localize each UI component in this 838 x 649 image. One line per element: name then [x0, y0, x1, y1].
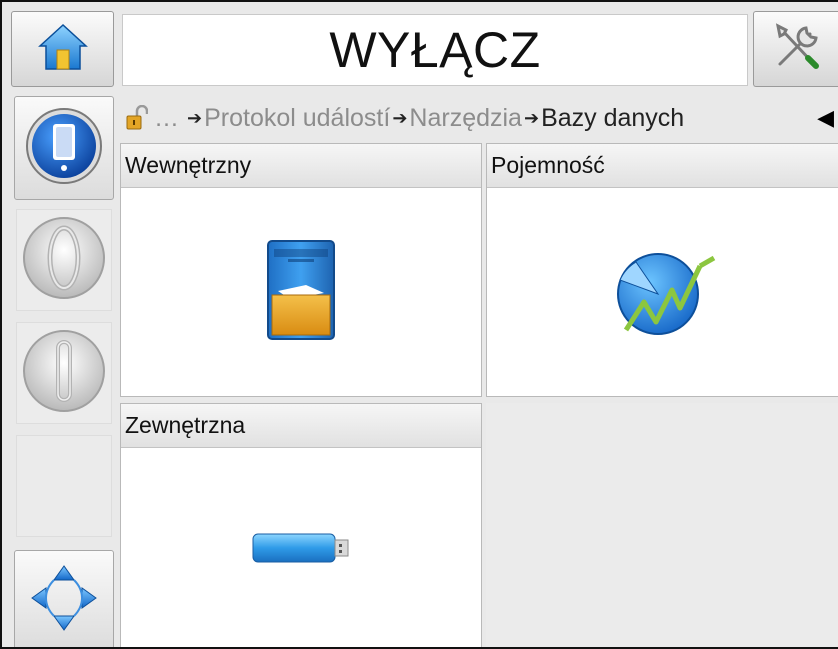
empty-tile-area — [486, 403, 838, 647]
tile-internal-label: Wewnętrzny — [121, 144, 481, 188]
tile-external-label: Zewnętrzna — [121, 404, 481, 448]
tile-internal[interactable]: Wewnętrzny — [120, 143, 482, 397]
tile-external[interactable]: Zewnętrzna — [120, 403, 482, 647]
capacity-chart-icon — [606, 240, 726, 345]
internal-storage-cabinet-icon — [266, 239, 336, 346]
unlocked-padlock-icon[interactable] — [126, 105, 148, 131]
print-button[interactable] — [14, 96, 114, 200]
breadcrumb-ellipsis[interactable]: … — [154, 104, 179, 133]
tile-capacity[interactable]: Pojemność — [486, 143, 838, 397]
tools-button[interactable] — [753, 11, 838, 87]
breadcrumb-separator: ➔ — [187, 107, 203, 128]
breadcrumb: … ➔ Protokol událostí ➔ Narzędzia ➔ Bazy… — [122, 96, 838, 140]
stop-button[interactable] — [16, 322, 112, 424]
navigation-button[interactable] — [14, 550, 114, 647]
tile-capacity-label: Pojemność — [487, 144, 838, 188]
tools-icon — [770, 20, 824, 79]
start-button[interactable] — [16, 209, 112, 311]
back-arrow-icon[interactable]: ◀ — [817, 105, 834, 131]
breadcrumb-item-tools[interactable]: Narzędzia — [409, 104, 522, 133]
breadcrumb-separator: ➔ — [523, 107, 540, 128]
breadcrumb-separator: ➔ — [392, 107, 408, 128]
app-frame: WYŁĄCZ … ➔ Protokol událostí ➔ Narzędzia… — [0, 0, 838, 649]
breadcrumb-item-databases: Bazy danych — [541, 103, 685, 132]
left-panel — [14, 96, 114, 647]
printhead-icon — [24, 106, 104, 191]
page-title: WYŁĄCZ — [122, 14, 748, 86]
stop-icon — [22, 329, 106, 418]
usb-drive-icon — [251, 531, 351, 570]
start-icon — [22, 216, 106, 305]
empty-slot — [16, 435, 112, 537]
home-icon — [37, 22, 88, 77]
navigation-arrows-icon — [28, 562, 100, 639]
breadcrumb-item-event-log[interactable]: Protokol událostí — [204, 104, 390, 133]
home-button[interactable] — [11, 11, 114, 87]
